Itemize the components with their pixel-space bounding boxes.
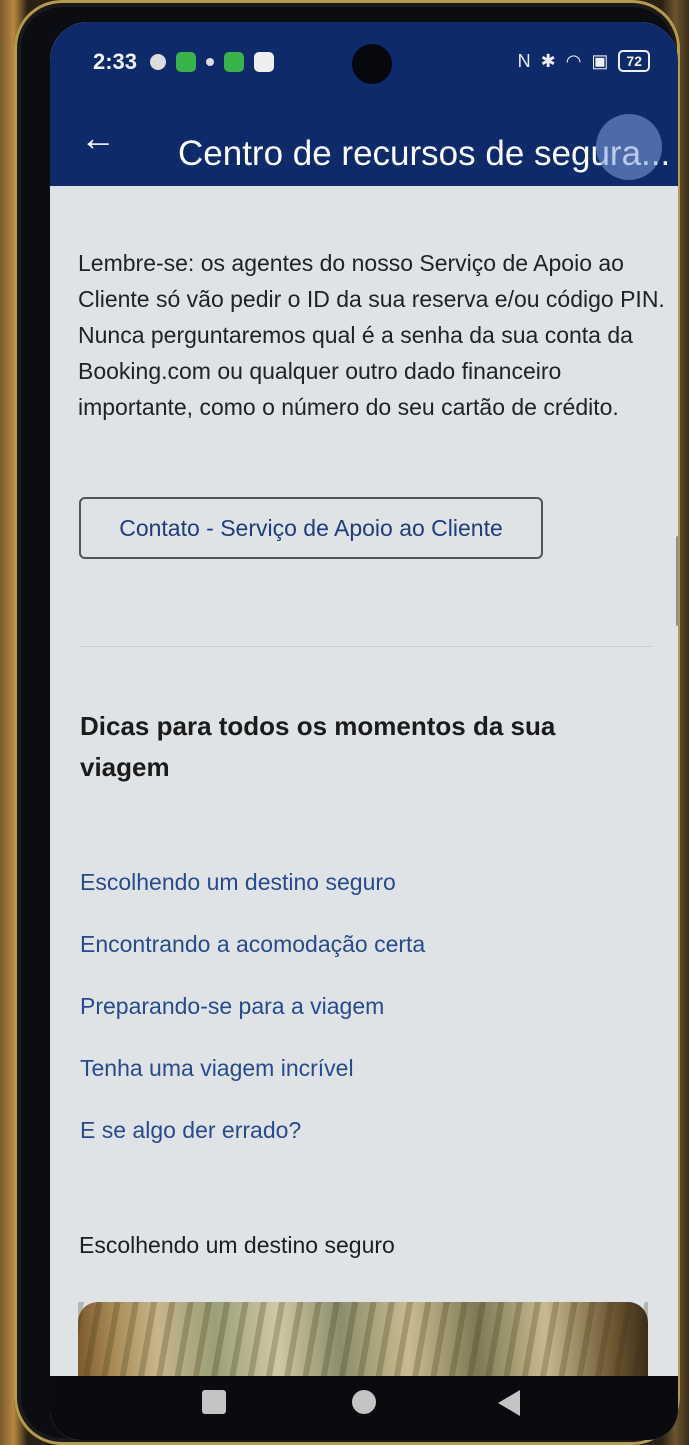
app-bar: ← Centro de recursos de segura...: [50, 102, 678, 186]
tip-link-great-trip[interactable]: Tenha uma viagem incrível: [80, 1054, 425, 1116]
app-icon-green: [224, 52, 244, 72]
triangle-back-icon[interactable]: [498, 1390, 520, 1416]
arrow-left-icon[interactable]: ←: [80, 118, 116, 158]
square-icon[interactable]: [202, 1390, 226, 1414]
status-time: 2:33: [93, 49, 138, 74]
status-bar: 2:33 N ✱ ◠ ▣ 72: [50, 22, 678, 102]
dot-icon: [206, 58, 214, 66]
scrollbar[interactable]: [676, 536, 678, 626]
sim-icon: ▣: [591, 50, 609, 71]
tip-link-accommodation[interactable]: Encontrando a acomodação certa: [80, 930, 425, 992]
tip-link-preparing[interactable]: Preparando-se para a viagem: [80, 992, 425, 1054]
photo-texture: [78, 1302, 648, 1382]
app-icon-white: [254, 52, 274, 72]
divider: [80, 646, 652, 647]
section-heading: Escolhendo um destino seguro: [79, 1232, 395, 1258]
tip-link-something-wrong[interactable]: E se algo der errado?: [80, 1116, 425, 1178]
tips-list: Escolhendo um destino seguro Encontrando…: [80, 868, 425, 1178]
touch-ripple: [596, 114, 662, 180]
security-notice: Lembre-se: os agentes do nosso Serviço d…: [78, 250, 665, 420]
screen: 2:33 N ✱ ◠ ▣ 72 ← Centro de recursos de …: [50, 22, 678, 1440]
circle-icon[interactable]: [352, 1390, 376, 1414]
nfc-icon: N: [517, 50, 531, 71]
wifi-icon: ◠: [565, 50, 582, 71]
settings-icon: [150, 54, 166, 70]
app-icon-green: [176, 52, 196, 72]
tip-link-safe-destination[interactable]: Escolhendo um destino seguro: [80, 868, 425, 930]
contact-support-button[interactable]: Contato - Serviço de Apoio ao Cliente: [79, 497, 543, 559]
nav-bar: [50, 1376, 678, 1440]
system-icons: N ✱ ◠ ▣ 72: [518, 50, 650, 72]
bluetooth-icon: ✱: [540, 50, 556, 71]
destination-photo: [78, 1302, 648, 1382]
tips-title: Dicas para todos os momentos da sua viag…: [80, 711, 556, 782]
notification-icons: [150, 52, 274, 72]
battery-icon: 72: [618, 50, 650, 72]
front-camera: [352, 44, 392, 84]
main-content: Lembre-se: os agentes do nosso Serviço d…: [50, 186, 678, 1382]
phone-frame: 2:33 N ✱ ◠ ▣ 72 ← Centro de recursos de …: [14, 0, 680, 1445]
